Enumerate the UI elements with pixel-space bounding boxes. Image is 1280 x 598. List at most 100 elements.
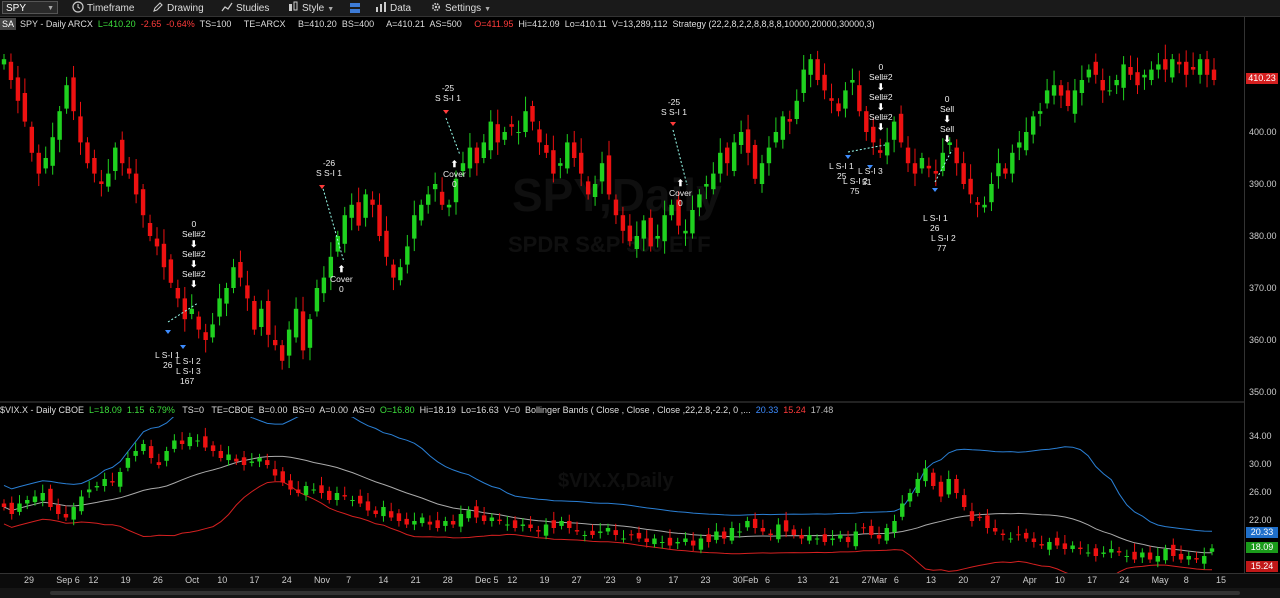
vix-candle xyxy=(1178,545,1184,563)
annotation-text: 75 xyxy=(850,186,860,196)
vix-candle xyxy=(1209,544,1215,556)
vix-candle xyxy=(56,498,61,520)
annotation-text: Sell#2 xyxy=(182,229,206,239)
vix-candle xyxy=(706,528,711,548)
candle xyxy=(884,127,890,165)
candle xyxy=(384,216,389,266)
candle xyxy=(558,158,563,179)
price-axis-label: 400.00 xyxy=(1249,127,1277,137)
drawing-menu[interactable]: Drawing xyxy=(152,1,204,15)
candle xyxy=(620,206,626,244)
settings-menu[interactable]: Settings ▼ xyxy=(430,1,491,15)
vix-axis-label: 30.00 xyxy=(1249,459,1272,469)
candle xyxy=(377,193,382,242)
date-axis-label: 17 xyxy=(1087,575,1098,585)
layout-button[interactable] xyxy=(348,1,364,15)
trade-marker-icon xyxy=(845,155,851,159)
candle xyxy=(126,156,132,179)
up-arrow-icon: ⬆ xyxy=(676,178,685,188)
vix-candle xyxy=(969,502,975,527)
candle xyxy=(182,286,188,332)
vix-candle xyxy=(1109,540,1114,559)
vix-candle xyxy=(938,475,944,503)
timeframe-menu[interactable]: Timeframe xyxy=(72,1,134,15)
candle xyxy=(335,230,340,257)
vix-candle xyxy=(729,521,735,545)
date-axis-label: Sep 6 xyxy=(56,575,80,585)
pane-divider[interactable] xyxy=(0,401,1244,403)
date-axis-label: 24 xyxy=(281,575,292,585)
candle xyxy=(1114,74,1119,95)
trade-connector xyxy=(672,129,688,186)
style-icon xyxy=(289,1,298,11)
vix-axis-label: 22.00 xyxy=(1249,515,1272,525)
candle xyxy=(725,142,730,176)
annotation-text: L S-I 1 xyxy=(923,213,948,223)
annotation-text: 77 xyxy=(937,243,947,253)
vix-high: Hi=18.19 xyxy=(419,405,456,415)
candle xyxy=(551,135,556,183)
candle xyxy=(787,110,793,135)
vix-candle xyxy=(1047,537,1052,556)
candle xyxy=(474,142,480,176)
vix-as: AS=0 xyxy=(352,405,375,415)
candle xyxy=(578,138,584,187)
date-axis-label: 6 xyxy=(764,575,770,585)
trade-annotation-group: 0 Sell#2 ⬇ Sell#2 ⬇ Sell#2 ⬇ xyxy=(869,62,893,132)
candle xyxy=(175,279,181,308)
trade-annotation-group: ⬆ Cover 0 xyxy=(669,178,692,208)
symbol-input[interactable]: SPY ▼ xyxy=(2,1,58,14)
candle xyxy=(697,189,702,217)
studies-menu[interactable]: Studies xyxy=(221,1,269,15)
candle xyxy=(15,65,21,114)
candle xyxy=(613,194,619,225)
vix-candle xyxy=(946,470,951,498)
bb-upper-tag: 20.33 xyxy=(1246,527,1278,538)
vix-candle xyxy=(466,506,471,522)
vix-candle xyxy=(698,534,704,554)
vix-candle xyxy=(117,467,123,493)
candle xyxy=(766,136,772,176)
vix-candle xyxy=(203,427,208,451)
vix-candle xyxy=(536,525,541,538)
chevron-down-icon[interactable]: ▼ xyxy=(47,2,54,15)
candle xyxy=(857,70,862,117)
candle xyxy=(1183,50,1189,88)
vix-candle xyxy=(954,474,959,499)
date-axis-label: 12 xyxy=(507,575,518,585)
horizontal-scrollbar[interactable] xyxy=(0,588,1280,598)
vix-candle xyxy=(1016,525,1021,541)
candle xyxy=(926,157,932,178)
candle xyxy=(488,110,493,160)
annotation-text: 0 xyxy=(878,62,884,72)
date-axis-label: 14 xyxy=(378,575,389,585)
candle xyxy=(147,214,153,242)
annotation-text: Sell#2 xyxy=(182,249,206,259)
candle xyxy=(773,117,779,148)
vix-last-tag: 18.09 xyxy=(1246,542,1278,553)
trade-marker-icon xyxy=(319,185,325,189)
data-menu[interactable]: Data xyxy=(375,1,411,15)
candle xyxy=(850,68,855,96)
vix-symbol-label: $VIX.X - Daily CBOE xyxy=(0,405,85,415)
candle xyxy=(307,314,313,361)
candle xyxy=(217,283,222,326)
candle xyxy=(356,187,361,231)
price-chart[interactable] xyxy=(0,16,1244,401)
candle xyxy=(279,340,285,370)
scrollbar-thumb[interactable] xyxy=(50,591,1240,595)
vix-chart[interactable] xyxy=(0,417,1244,573)
style-menu[interactable]: Style ▼ xyxy=(287,1,334,15)
last-price-tag: 410.23 xyxy=(1246,73,1278,84)
candle xyxy=(648,209,653,252)
trade-marker-icon xyxy=(165,330,171,334)
bollinger-study-label[interactable]: Bollinger Bands ( Close , Close , Close … xyxy=(525,405,751,415)
annotation-text: L S-I 2 xyxy=(931,233,956,243)
candle xyxy=(752,139,758,184)
candle xyxy=(711,162,716,195)
annotation-text: S S-I 1 xyxy=(316,168,342,178)
annotation-text: -25 xyxy=(667,97,681,107)
annotation-text: 0 xyxy=(944,94,950,104)
up-arrow-icon: ⬆ xyxy=(450,159,459,169)
candle xyxy=(133,159,139,204)
